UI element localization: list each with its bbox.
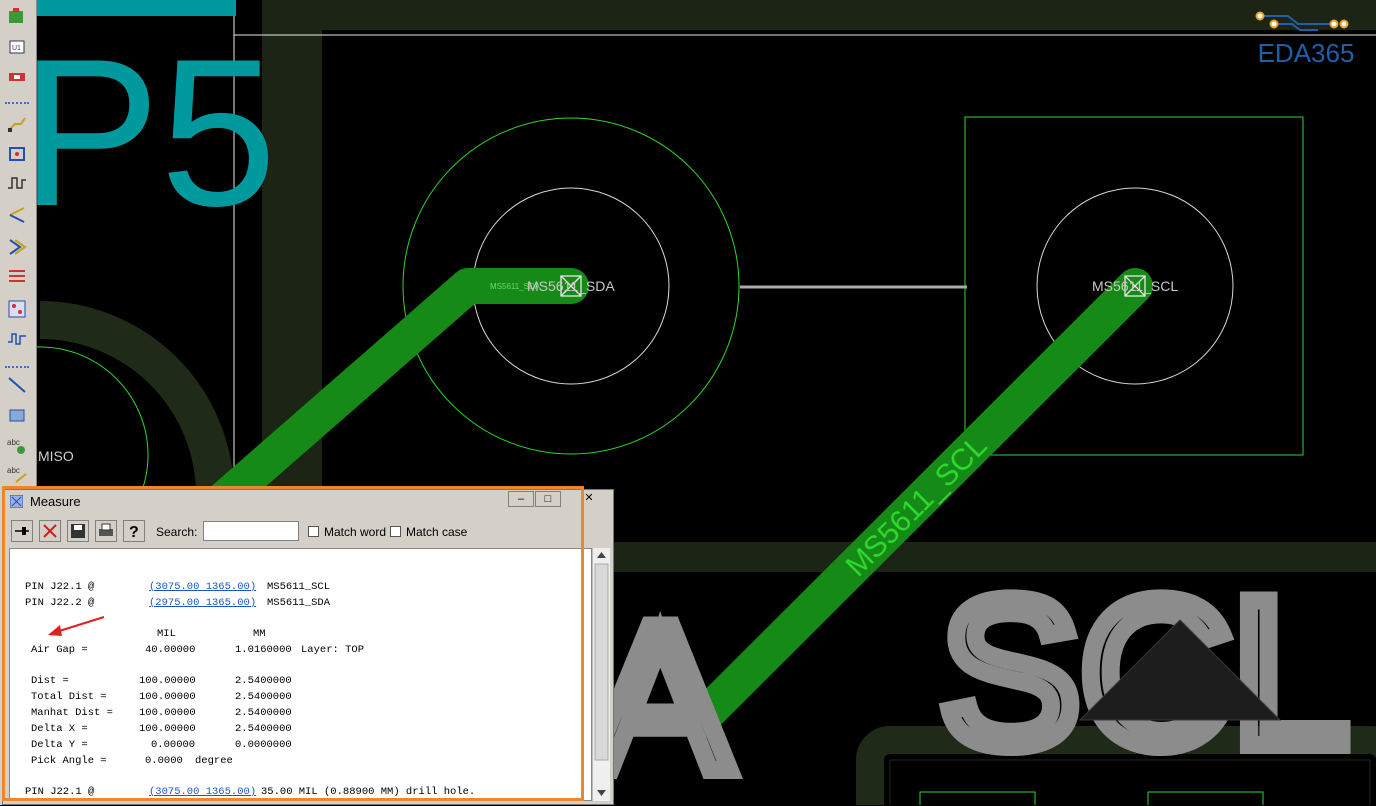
delta-y-mm: 0.0000000 [235,739,292,751]
fanout-icon[interactable] [6,204,28,226]
air-gap-mm: 1.0160000 [235,644,292,656]
sda-pad-label: MS5611_SDA [527,278,615,294]
air-gap-label: Air Gap = [31,644,88,656]
drill-coord-link[interactable]: (3075.00 1365.00) [149,786,256,798]
annotation-arrow-icon [48,616,105,636]
arrow-route-icon[interactable] [6,236,28,258]
text-edit-icon[interactable]: abc [6,462,28,484]
rectangle-icon[interactable] [6,404,28,426]
search-input[interactable] [203,521,299,541]
manhat-dist-mil: 100.00000 [139,707,196,719]
clear-icon[interactable] [39,520,61,542]
grid-icon[interactable] [6,298,28,320]
measure-window: Measure – □ ✕ ? Search: Match word Match… [2,489,614,805]
maximize-button[interactable]: □ [535,491,561,507]
waveform-icon[interactable] [6,172,28,194]
pick-angle-label: Pick Angle = [31,755,107,767]
measure-titlebar[interactable]: Measure – □ ✕ [3,490,613,512]
print-icon[interactable] [95,520,117,542]
pin1-net: MS5611_SCL [267,581,331,593]
svg-text:?: ? [129,524,139,541]
component-icon[interactable] [6,6,28,28]
scl-pad-label: MS5611_SCL [1092,278,1178,294]
match-case-checkbox[interactable] [390,526,401,537]
help-icon[interactable]: ? [123,520,145,542]
air-gap-layer: Layer: TOP [301,644,365,656]
match-case-label: Match case [406,525,468,539]
dist-label: Dist = [31,675,69,687]
svg-text:abc: abc [7,438,20,447]
total-dist-label: Total Dist = [31,691,107,703]
search-label: Search: [156,525,198,539]
dist-mm: 2.5400000 [235,675,292,687]
pin1-coord-link[interactable]: (3075.00 1365.00) [149,581,256,593]
match-word-label: Match word [324,525,387,539]
silk-text-p5: P5 [20,15,277,250]
trace-sda[interactable] [182,268,589,538]
measure-output: PIN J22.1 @ (3075.00 1365.00) MS5611_SCL… [9,548,592,801]
u1-part-icon[interactable]: U1 [6,36,28,58]
connector-icon[interactable] [6,66,28,88]
list-icon[interactable] [6,266,28,288]
close-button[interactable]: ✕ [576,491,602,507]
text-add-icon[interactable]: abc [6,434,28,456]
total-dist-mm: 2.5400000 [235,691,292,703]
svg-text:abc: abc [7,466,20,475]
measure-scrollbar[interactable] [592,548,610,801]
route-icon[interactable] [6,112,28,134]
line-icon[interactable] [6,374,28,396]
pin2-coord-link[interactable]: (2975.00 1365.00) [149,597,256,609]
measure-window-icon [9,494,24,509]
air-gap-mil: 40.00000 [145,644,196,656]
match-word-checkbox[interactable] [308,526,319,537]
pick-angle-unit: degree [195,755,233,767]
miso-label: MISO [38,448,74,464]
drill-pin-label: PIN J22.1 @ [25,786,95,798]
pin2-label: PIN J22.2 @ [25,597,95,609]
manhat-dist-mm: 2.5400000 [235,707,292,719]
dist-mil: 100.00000 [139,675,196,687]
logo-text: EDA365 [1257,38,1355,68]
mil-header: MIL [157,628,176,640]
pick-angle-value: 0.0000 [145,755,183,767]
svg-text:U1: U1 [12,45,21,52]
delta-y-label: Delta Y = [31,739,88,751]
eda365-logo: EDA365 [1248,8,1364,70]
measure-title: Measure [30,494,81,509]
delta-x-label: Delta X = [31,723,88,735]
save-icon[interactable] [67,520,89,542]
pad-edit-icon[interactable] [6,142,28,164]
measure-toolbar: ? Search: Match word Match case [3,514,613,548]
drill-text: 35.00 MIL (0.88900 MM) drill hole. [261,786,476,798]
mm-header: MM [253,628,266,640]
manhat-dist-label: Manhat Dist = [31,707,113,719]
delta-x-mm: 2.5400000 [235,723,292,735]
minimize-button[interactable]: – [508,491,534,507]
delta-y-mil: 0.00000 [151,739,196,751]
delta-x-mil: 100.00000 [139,723,196,735]
total-dist-mil: 100.00000 [139,691,196,703]
pin2-net: MS5611_SDA [267,597,331,609]
pin1-label: PIN J22.1 @ [25,581,95,593]
pin-icon[interactable] [11,520,33,542]
pulse-icon[interactable] [6,328,28,350]
